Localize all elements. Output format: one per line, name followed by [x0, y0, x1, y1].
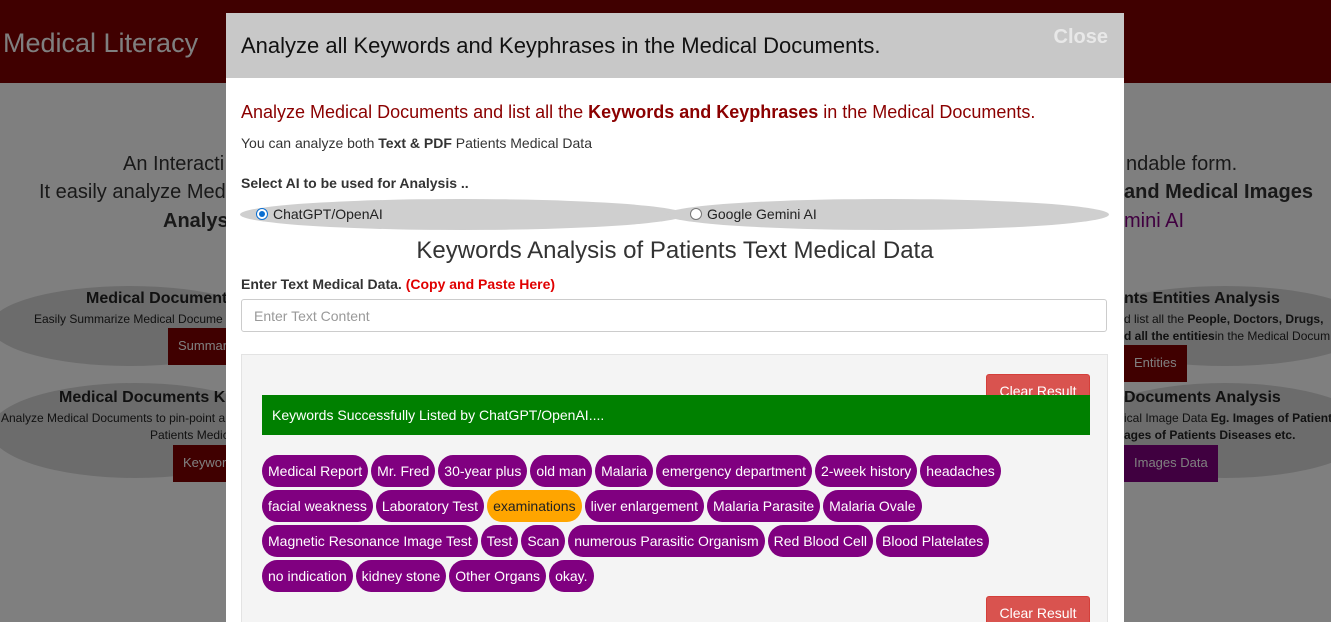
- keyword-chip[interactable]: Malaria Ovale: [823, 490, 922, 522]
- keyword-chip[interactable]: Red Blood Cell: [767, 525, 874, 557]
- keyword-chip[interactable]: facial weakness: [262, 490, 373, 522]
- keyword-chip[interactable]: kidney stone: [355, 560, 447, 592]
- enter-data-label: Enter Text Medical Data. (Copy and Paste…: [241, 276, 556, 292]
- ai-select-label: Select AI to be used for Analysis ..: [241, 175, 469, 191]
- radio-option-gemini[interactable]: Google Gemini AI: [690, 206, 817, 222]
- keywords-modal: Analyze all Keywords and Keyphrases in t…: [226, 13, 1124, 622]
- keyword-chip[interactable]: Test: [480, 525, 519, 557]
- modal-header: Analyze all Keywords and Keyphrases in t…: [226, 13, 1124, 78]
- radio-unchecked-icon[interactable]: [690, 208, 702, 220]
- clear-result-button-bottom[interactable]: Clear Result: [986, 596, 1090, 622]
- keyword-chip[interactable]: liver enlargement: [584, 490, 704, 522]
- keyword-chip[interactable]: numerous Parasitic Organism: [568, 525, 765, 557]
- result-panel: Clear Result Keywords Successfully Liste…: [241, 354, 1108, 622]
- keyword-chip[interactable]: Scan: [521, 525, 566, 557]
- radio-label-openai: ChatGPT/OpenAI: [273, 206, 383, 222]
- modal-title: Analyze all Keywords and Keyphrases in t…: [241, 33, 881, 58]
- close-button[interactable]: Close: [1054, 26, 1108, 49]
- radio-label-gemini: Google Gemini AI: [707, 206, 817, 222]
- keyword-chip[interactable]: Laboratory Test: [375, 490, 485, 522]
- keyword-chip[interactable]: Malaria: [595, 455, 654, 487]
- keyword-row: no indication kidney stone Other Organs oka…: [262, 560, 1022, 592]
- keyword-list: Medical Report Mr. Fred 30-year plus old ma…: [262, 455, 1022, 595]
- section-title: Keywords Analysis of Patients Text Medic…: [416, 237, 934, 264]
- keyword-chip[interactable]: examinations: [487, 490, 582, 522]
- text-content-input[interactable]: [241, 299, 1107, 332]
- keyword-chip[interactable]: okay.: [549, 560, 594, 592]
- keyword-chip[interactable]: no indication: [262, 560, 353, 592]
- keyword-row: Magnetic Resonance Image Test Test Scan num…: [262, 525, 1022, 557]
- keyword-chip[interactable]: Magnetic Resonance Image Test: [262, 525, 478, 557]
- modal-intro: Analyze Medical Documents and list all t…: [241, 102, 1036, 122]
- keyword-chip[interactable]: headaches: [920, 455, 1001, 487]
- keyword-chip[interactable]: 2-week history: [815, 455, 918, 487]
- keyword-chip[interactable]: 30-year plus: [438, 455, 528, 487]
- modal-subtitle: You can analyze both Text & PDF Patients…: [241, 135, 592, 151]
- keyword-chip[interactable]: Medical Report: [262, 455, 369, 487]
- keyword-chip[interactable]: Mr. Fred: [371, 455, 436, 487]
- keyword-chip[interactable]: Malaria Parasite: [706, 490, 821, 522]
- radio-option-openai[interactable]: ChatGPT/OpenAI: [256, 206, 383, 222]
- paste-hint: (Copy and Paste Here): [405, 276, 556, 292]
- keyword-row: Medical Report Mr. Fred 30-year plus old ma…: [262, 455, 1022, 487]
- keyword-row: facial weakness Laboratory Test examinatio…: [262, 490, 1022, 522]
- keyword-chip[interactable]: emergency department: [656, 455, 813, 487]
- radio-checked-icon[interactable]: [256, 208, 268, 220]
- keyword-chip[interactable]: Blood Platelates: [876, 525, 990, 557]
- success-alert: Keywords Successfully Listed by ChatGPT/…: [262, 395, 1090, 435]
- keyword-chip[interactable]: Other Organs: [449, 560, 547, 592]
- keyword-chip[interactable]: old man: [530, 455, 593, 487]
